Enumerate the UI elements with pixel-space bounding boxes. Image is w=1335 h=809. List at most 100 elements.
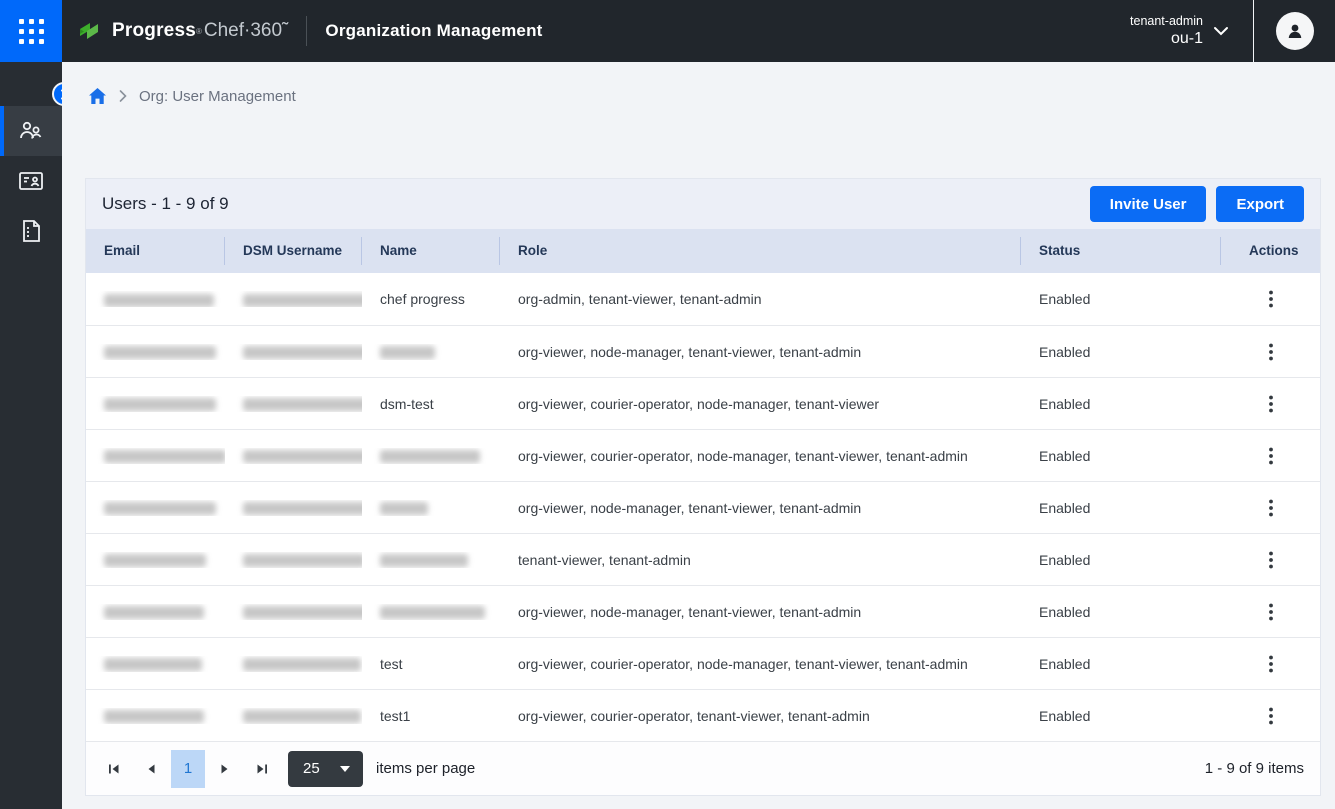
- actions-cell: [1221, 339, 1321, 365]
- actions-cell: [1221, 286, 1321, 312]
- table-row: dsm-testorg-viewer, courier-operator, no…: [86, 377, 1320, 429]
- tenant-selector[interactable]: tenant-admin ou-1: [1130, 13, 1203, 49]
- users-icon: [18, 119, 44, 143]
- page-1-button[interactable]: 1: [171, 750, 205, 788]
- app-header: Progress®Chef·360˜ Organization Manageme…: [0, 0, 1335, 62]
- status-cell: Enabled: [1021, 448, 1221, 464]
- table-header-row: Email DSM Username Name Role Status Acti…: [86, 229, 1320, 273]
- last-page-button[interactable]: [245, 750, 279, 788]
- name-cell: dsm-test: [362, 396, 500, 412]
- redacted-text: [243, 554, 362, 567]
- dsm-username-cell: [225, 344, 362, 360]
- role-cell: org-admin, tenant-viewer, tenant-admin: [500, 291, 1021, 307]
- redacted-text: [380, 450, 480, 463]
- prev-page-icon: [146, 763, 156, 775]
- redacted-text: [243, 346, 362, 359]
- row-actions-menu-button[interactable]: [1261, 651, 1281, 677]
- role-cell: org-viewer, node-manager, tenant-viewer,…: [500, 604, 1021, 620]
- redacted-text: [243, 606, 362, 619]
- items-per-page-label: items per page: [376, 760, 475, 777]
- column-header-status[interactable]: Status: [1021, 237, 1221, 265]
- table-row: test1org-viewer, courier-operator, tenan…: [86, 689, 1320, 741]
- actions-cell: [1221, 651, 1321, 677]
- last-page-icon: [256, 763, 268, 775]
- first-page-button[interactable]: [97, 750, 131, 788]
- first-page-icon: [108, 763, 120, 775]
- redacted-text: [104, 710, 204, 723]
- email-cell: [86, 604, 225, 620]
- document-icon: [20, 219, 42, 243]
- actions-cell: [1221, 391, 1321, 417]
- items-range-label: 1 - 9 of 9 items: [1205, 760, 1304, 777]
- role-cell: org-viewer, courier-operator, node-manag…: [500, 448, 1021, 464]
- org-unit-label: ou-1: [1130, 29, 1203, 49]
- redacted-text: [243, 450, 362, 463]
- status-cell: Enabled: [1021, 291, 1221, 307]
- home-icon[interactable]: [88, 87, 107, 105]
- tenant-dropdown-toggle[interactable]: [1213, 26, 1229, 36]
- column-header-email[interactable]: Email: [86, 237, 225, 265]
- row-actions-menu-button[interactable]: [1261, 443, 1281, 469]
- name-cell: test: [362, 656, 500, 672]
- row-actions-menu-button[interactable]: [1261, 547, 1281, 573]
- redacted-text: [104, 398, 216, 411]
- redacted-text: [104, 606, 204, 619]
- dsm-username-cell: [225, 552, 362, 568]
- sidebar-item-document[interactable]: [0, 206, 62, 256]
- table-row: org-viewer, courier-operator, node-manag…: [86, 429, 1320, 481]
- dsm-username-cell: [225, 656, 362, 672]
- email-cell: [86, 708, 225, 724]
- status-cell: Enabled: [1021, 708, 1221, 724]
- table-row: testorg-viewer, courier-operator, node-m…: [86, 637, 1320, 689]
- page-size-caret-icon: [340, 766, 350, 772]
- redacted-text: [380, 554, 468, 567]
- row-actions-menu-button[interactable]: [1261, 495, 1281, 521]
- users-card: Users - 1 - 9 of 9 Invite User Export Em…: [85, 178, 1321, 796]
- row-actions-menu-button[interactable]: [1261, 599, 1281, 625]
- next-page-button[interactable]: [208, 750, 242, 788]
- redacted-text: [380, 346, 435, 359]
- kebab-menu-icon: [1269, 447, 1273, 465]
- table-row: org-viewer, node-manager, tenant-viewer,…: [86, 481, 1320, 533]
- app-launcher-button[interactable]: [0, 0, 62, 62]
- name-cell: [362, 448, 500, 464]
- brand-logo: Progress®Chef·360˜: [78, 19, 288, 43]
- row-actions-menu-button[interactable]: [1261, 391, 1281, 417]
- column-header-role[interactable]: Role: [500, 237, 1021, 265]
- actions-cell: [1221, 443, 1321, 469]
- waffle-icon: [19, 19, 44, 44]
- email-cell: [86, 448, 225, 464]
- page-size-select[interactable]: 25: [288, 751, 363, 787]
- page-size-value: 25: [288, 760, 340, 777]
- row-actions-menu-button[interactable]: [1261, 286, 1281, 312]
- sidebar-item-id-card[interactable]: [0, 156, 62, 206]
- role-cell: org-viewer, node-manager, tenant-viewer,…: [500, 344, 1021, 360]
- dsm-username-cell: [225, 448, 362, 464]
- breadcrumb-chevron-icon: [119, 90, 127, 102]
- row-actions-menu-button[interactable]: [1261, 339, 1281, 365]
- column-header-actions: Actions: [1221, 237, 1321, 265]
- prev-page-button[interactable]: [134, 750, 168, 788]
- column-header-dsm-username[interactable]: DSM Username: [225, 237, 362, 265]
- role-cell: org-viewer, node-manager, tenant-viewer,…: [500, 500, 1021, 516]
- dsm-username-cell: [225, 396, 362, 412]
- app-title: Organization Management: [325, 21, 542, 41]
- role-cell: tenant-viewer, tenant-admin: [500, 552, 1021, 568]
- dsm-username-cell: [225, 500, 362, 516]
- row-actions-menu-button[interactable]: [1261, 703, 1281, 729]
- export-button[interactable]: Export: [1216, 186, 1304, 222]
- actions-cell: [1221, 599, 1321, 625]
- kebab-menu-icon: [1269, 655, 1273, 673]
- status-cell: Enabled: [1021, 552, 1221, 568]
- pagination-bar: 1 25 items per page 1 - 9 of 9 items: [86, 741, 1320, 795]
- status-cell: Enabled: [1021, 396, 1221, 412]
- main-content: Org: User Management Users - 1 - 9 of 9 …: [62, 62, 1335, 809]
- user-avatar[interactable]: [1276, 12, 1314, 50]
- name-cell: [362, 500, 500, 516]
- redacted-text: [104, 346, 216, 359]
- email-cell: [86, 552, 225, 568]
- invite-user-button[interactable]: Invite User: [1090, 186, 1207, 222]
- status-cell: Enabled: [1021, 500, 1221, 516]
- column-header-name[interactable]: Name: [362, 237, 500, 265]
- sidebar-item-users[interactable]: [0, 106, 62, 156]
